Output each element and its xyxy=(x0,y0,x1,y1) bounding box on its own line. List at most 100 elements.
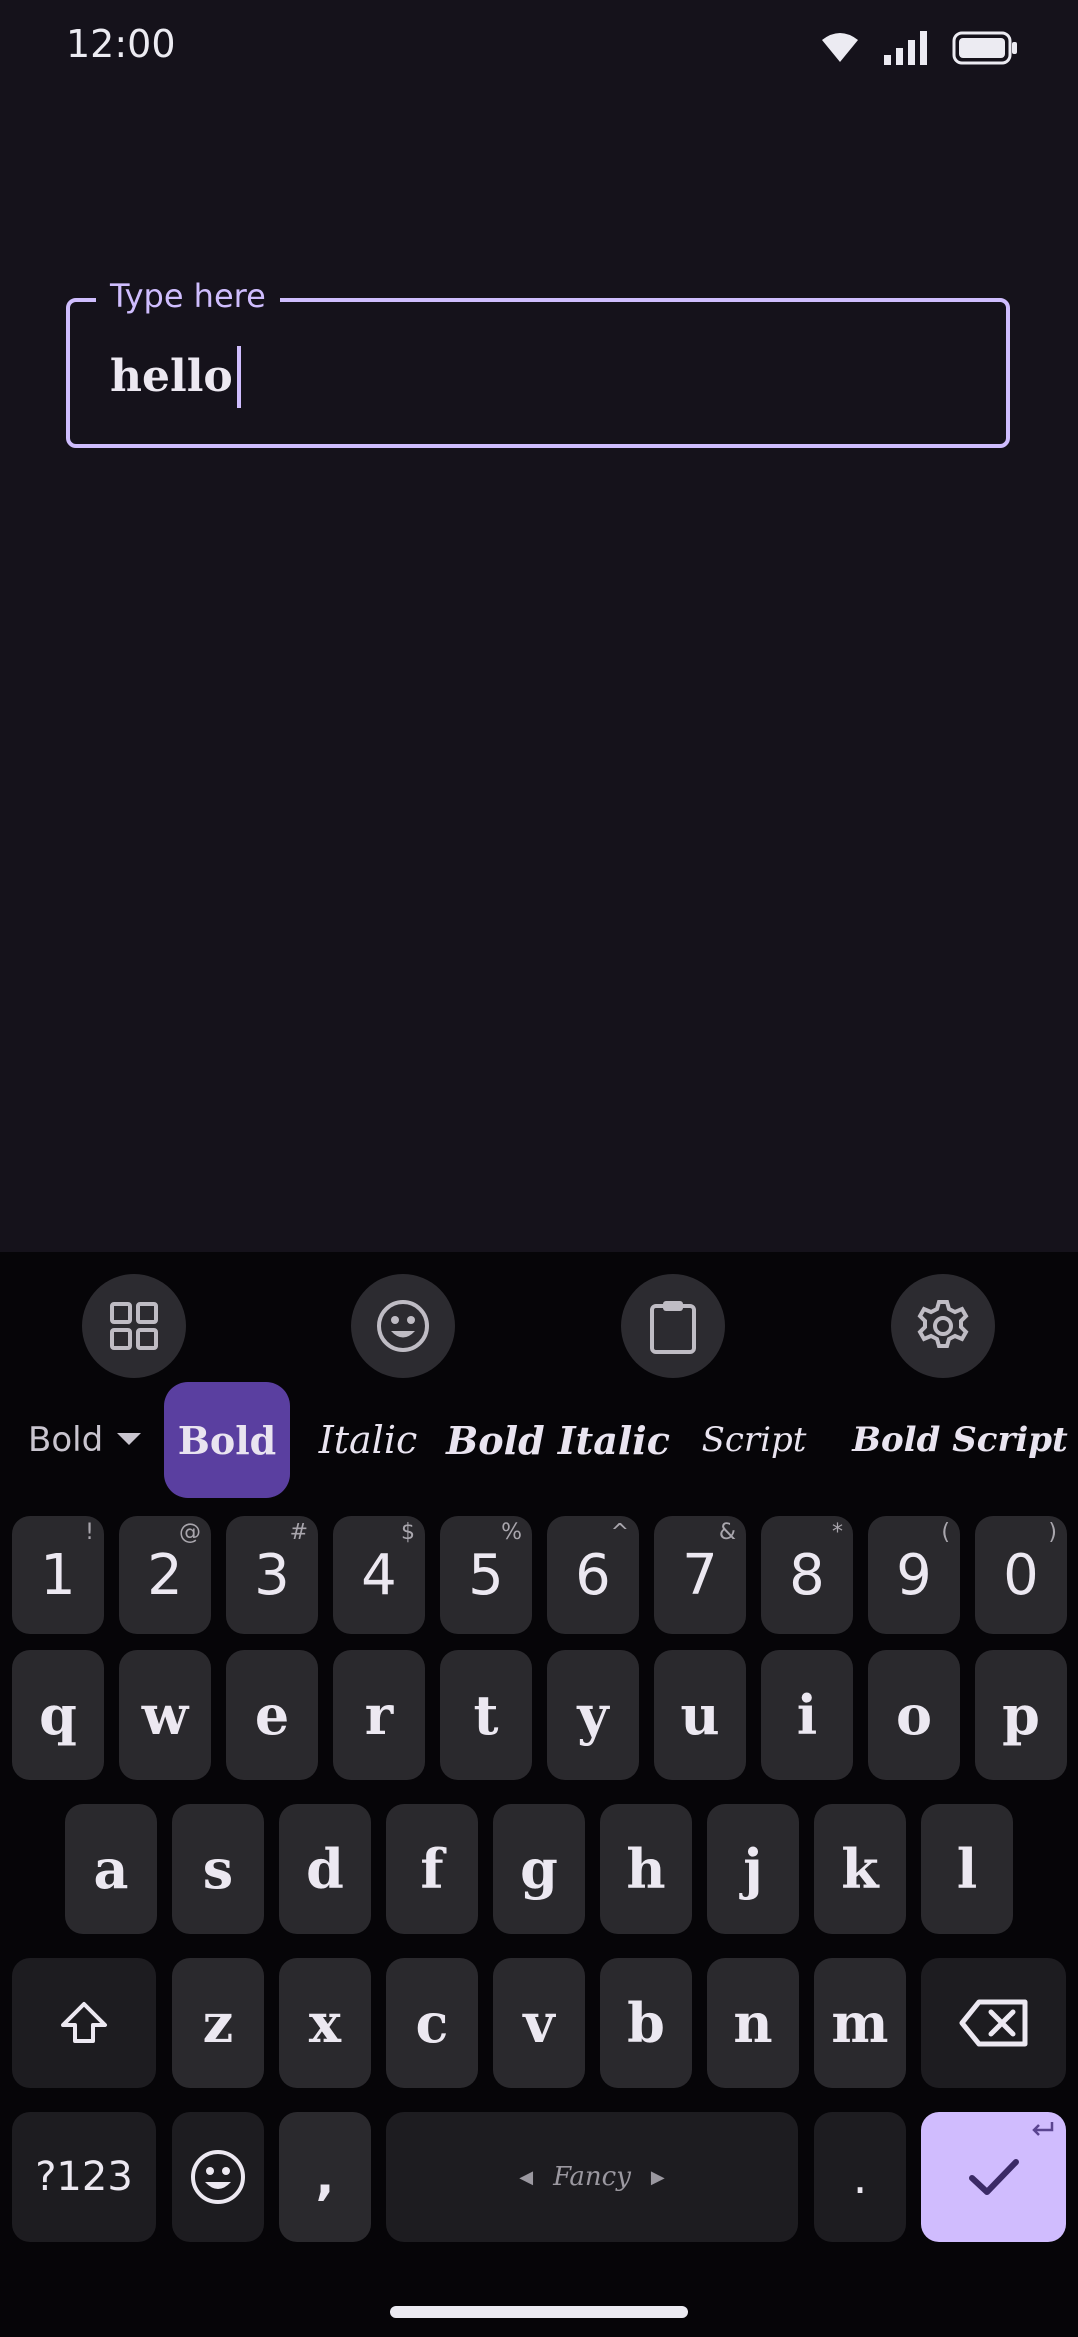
key-r[interactable]: r xyxy=(333,1650,425,1780)
key-h[interactable]: h xyxy=(600,1804,692,1934)
key-e[interactable]: e xyxy=(226,1650,318,1780)
key-5[interactable]: 5% xyxy=(440,1516,532,1634)
key-x[interactable]: x xyxy=(279,1958,371,2088)
shift-key[interactable] xyxy=(12,1958,156,2088)
style-chip-bold[interactable]: Bold xyxy=(164,1382,290,1498)
key-9[interactable]: 9( xyxy=(868,1516,960,1634)
space-key[interactable]: ◀ Fancy ▶ xyxy=(386,2112,798,2242)
backspace-icon xyxy=(959,1999,1027,2047)
key-label: 4 xyxy=(361,1542,397,1608)
key-a[interactable]: a xyxy=(65,1804,157,1934)
return-arrow-icon xyxy=(1032,2122,1054,2136)
symbols-key[interactable]: ?123 xyxy=(12,2112,156,2242)
key-7[interactable]: 7 & xyxy=(654,1516,746,1634)
space-key-label: Fancy xyxy=(553,2162,631,2192)
typed-text: hello xyxy=(110,351,233,402)
home-indicator[interactable] xyxy=(390,2306,688,2318)
key-label: 0 xyxy=(1003,1542,1039,1608)
apps-grid-button[interactable] xyxy=(82,1274,186,1378)
settings-button[interactable] xyxy=(891,1274,995,1378)
status-time: 12:00 xyxy=(66,22,176,66)
key-2[interactable]: 2 @ xyxy=(119,1516,211,1634)
key-label: 5 xyxy=(468,1542,504,1608)
key-label: 8 xyxy=(789,1542,825,1608)
key-z[interactable]: z xyxy=(172,1958,264,2088)
key-j[interactable]: j xyxy=(707,1804,799,1934)
key-v[interactable]: v xyxy=(493,1958,585,2088)
key-hint: ) xyxy=(1048,1520,1057,1545)
key-k[interactable]: k xyxy=(814,1804,906,1934)
key-6[interactable]: 6 ^ xyxy=(547,1516,639,1634)
key-label: 6 xyxy=(575,1542,611,1608)
key-p[interactable]: p xyxy=(975,1650,1067,1780)
key-g[interactable]: g xyxy=(493,1804,585,1934)
key-label: 1 xyxy=(40,1542,76,1608)
clipboard-button[interactable] xyxy=(621,1274,725,1378)
status-bar: 12:00 xyxy=(0,0,1078,96)
dropdown-arrow-icon xyxy=(117,1433,142,1445)
enter-key[interactable] xyxy=(921,2112,1066,2242)
key-d[interactable]: d xyxy=(279,1804,371,1934)
text-field-label: Type here xyxy=(96,276,280,316)
space-right-arrow-icon: ▶ xyxy=(650,2166,665,2188)
font-style-row: Bold Bold Italic Bold Italic Script Bold… xyxy=(0,1382,1078,1498)
comma-key[interactable]: , xyxy=(279,2112,371,2242)
key-hint: ( xyxy=(941,1520,950,1545)
key-m[interactable]: m xyxy=(814,1958,906,2088)
text-cursor xyxy=(236,346,241,408)
emoji-icon xyxy=(377,1300,429,1352)
key-hint: * xyxy=(832,1520,843,1545)
emoji-icon xyxy=(191,2150,245,2204)
style-chip-italic[interactable]: Italic xyxy=(318,1382,418,1498)
text-field-value[interactable]: hello xyxy=(110,344,241,410)
key-t[interactable]: t xyxy=(440,1650,532,1780)
key-label: 2 xyxy=(147,1542,183,1608)
key-label: 7 xyxy=(682,1542,718,1608)
style-chip-bold-script[interactable]: Bold Script xyxy=(852,1382,1068,1498)
key-s[interactable]: s xyxy=(172,1804,264,1934)
key-y[interactable]: y xyxy=(547,1650,639,1780)
key-w[interactable]: w xyxy=(119,1650,211,1780)
wifi-icon xyxy=(820,32,860,68)
style-dropdown-label: Bold xyxy=(28,1420,104,1460)
key-n[interactable]: n xyxy=(707,1958,799,2088)
key-hint: # xyxy=(289,1520,308,1545)
battery-icon xyxy=(952,31,1018,69)
style-dropdown[interactable]: Bold xyxy=(28,1382,142,1498)
key-l[interactable]: l xyxy=(921,1804,1013,1934)
key-i[interactable]: i xyxy=(761,1650,853,1780)
clipboard-icon xyxy=(650,1301,696,1354)
period-key[interactable]: . xyxy=(814,2112,906,2242)
key-1[interactable]: 1! xyxy=(12,1516,104,1634)
key-o[interactable]: o xyxy=(868,1650,960,1780)
key-f[interactable]: f xyxy=(386,1804,478,1934)
key-hint: % xyxy=(501,1520,522,1545)
key-label: 3 xyxy=(254,1542,290,1608)
key-hint: & xyxy=(718,1520,736,1545)
gear-icon xyxy=(917,1300,969,1348)
keyboard: Bold Bold Italic Bold Italic Script Bold… xyxy=(0,1252,1078,2337)
key-0[interactable]: 0) xyxy=(975,1516,1067,1634)
cellular-signal-icon xyxy=(884,31,928,69)
key-hint: ^ xyxy=(610,1520,629,1545)
style-chip-script[interactable]: Script xyxy=(702,1382,807,1498)
key-q[interactable]: q xyxy=(12,1650,104,1780)
key-hint: $ xyxy=(401,1520,415,1545)
key-4[interactable]: 4 $ xyxy=(333,1516,425,1634)
space-left-arrow-icon: ◀ xyxy=(519,2166,534,2188)
key-label: 9 xyxy=(896,1542,932,1608)
emoji-toolbar-button[interactable] xyxy=(351,1274,455,1378)
style-chip-bold-italic[interactable]: Bold Italic xyxy=(446,1382,670,1498)
key-c[interactable]: c xyxy=(386,1958,478,2088)
backspace-key[interactable] xyxy=(921,1958,1066,2088)
status-icons xyxy=(820,30,1018,70)
key-3[interactable]: 3 # xyxy=(226,1516,318,1634)
key-hint: ! xyxy=(85,1520,94,1545)
emoji-key[interactable] xyxy=(172,2112,264,2242)
key-b[interactable]: b xyxy=(600,1958,692,2088)
shift-arrow-icon xyxy=(61,2002,107,2043)
key-hint: @ xyxy=(179,1520,201,1545)
key-8[interactable]: 8 * xyxy=(761,1516,853,1634)
key-u[interactable]: u xyxy=(654,1650,746,1780)
grid-icon xyxy=(110,1302,158,1350)
